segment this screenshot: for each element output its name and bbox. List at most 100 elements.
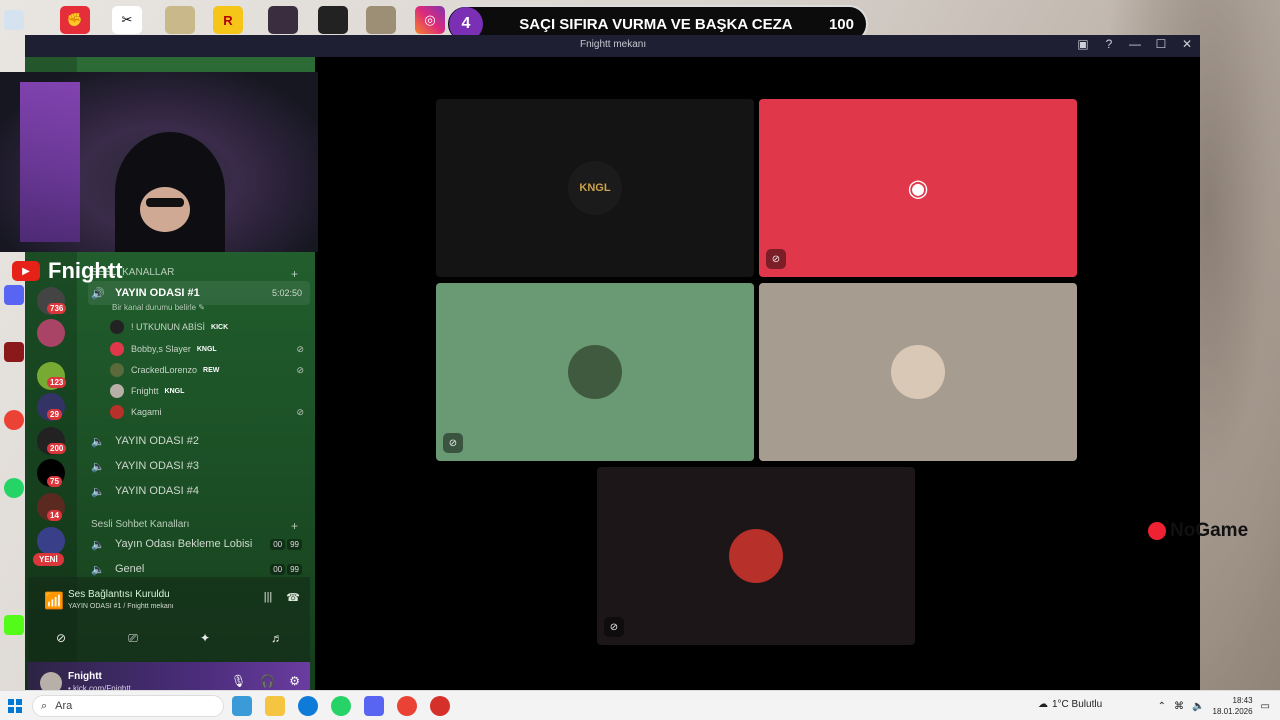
member-name: Kagami <box>131 407 162 417</box>
voice-member[interactable]: Bobby,s Slayer KNGL ⊘ <box>110 339 310 359</box>
whatsapp-desktop-icon[interactable] <box>4 478 24 498</box>
activities-button[interactable]: ✦ <box>180 625 230 651</box>
challenge-score: 100 <box>828 15 854 33</box>
kick-desktop-icon[interactable] <box>4 615 24 635</box>
muted-icon: ⊘ <box>296 364 304 375</box>
avatar <box>110 363 124 377</box>
photo-app-icon[interactable] <box>366 6 396 34</box>
rockstar-icon[interactable]: R <box>213 6 243 34</box>
voice-member[interactable]: Fnightt KNGL <box>110 381 310 401</box>
game-desktop-icon[interactable] <box>4 342 24 362</box>
channel-yayin-odasi-3[interactable]: 🔈 YAYIN ODASI #3 <box>88 454 310 478</box>
windows-start-icon[interactable] <box>8 699 22 713</box>
screen-share-button[interactable]: ⎚ <box>108 625 158 651</box>
streamer-face <box>140 187 190 232</box>
server-icon[interactable] <box>37 527 65 555</box>
weather-widget[interactable]: ☁ 1°C Bulutlu <box>1038 699 1102 710</box>
chat-category-label: Sesli Sohbet Kanalları <box>91 519 190 530</box>
clock[interactable]: 18:43 18.01.2026 <box>1213 695 1253 717</box>
new-badge: YENİ <box>33 553 64 566</box>
settings-icon[interactable]: ⚙ <box>289 674 300 688</box>
voice-controls: ||| ☎ <box>264 591 300 604</box>
voice-member[interactable]: Kagami ⊘ <box>110 402 310 422</box>
avatar <box>891 345 945 399</box>
speaker-icon: 🔈 <box>91 485 105 498</box>
speaker-icon: 🔈 <box>91 563 105 576</box>
channel-yayin-odasi-4[interactable]: 🔈 YAYIN ODASI #4 <box>88 479 310 503</box>
tool-app-icon[interactable] <box>318 6 348 34</box>
date: 18.01.2026 <box>1212 707 1253 716</box>
video-tile-discord[interactable]: ◉ ⊘ <box>759 99 1077 277</box>
count-a: 00 <box>270 563 286 575</box>
chevron-up-icon[interactable]: ⌃ <box>1158 701 1166 712</box>
channel-name: YAYIN ODASI #3 <box>115 460 199 472</box>
add-channel-icon[interactable]: + <box>291 267 298 281</box>
chrome-desktop-icon[interactable] <box>4 410 24 430</box>
speaker-icon: 🔈 <box>91 435 105 448</box>
server-icon[interactable] <box>37 319 65 347</box>
widgets-app-icon[interactable] <box>232 696 252 716</box>
video-tile-member[interactable]: ⊘ <box>597 467 915 645</box>
disconnect-icon[interactable]: ☎ <box>286 591 300 604</box>
muted-icon: ⊘ <box>443 433 463 453</box>
file-explorer-icon[interactable] <box>265 696 285 716</box>
media-app-icon[interactable] <box>268 6 298 34</box>
channel-yayin-odasi-2[interactable]: 🔈 YAYIN ODASI #2 <box>88 429 310 453</box>
webcam-overlay <box>0 72 318 252</box>
network-icon[interactable]: ⌘ <box>1174 701 1184 712</box>
taskbar-search[interactable]: ⌕ Ara <box>32 695 224 717</box>
notification-icon[interactable]: ▭ <box>1261 701 1270 712</box>
server-badge: 14 <box>47 510 62 521</box>
discord-desktop-icon[interactable] <box>4 285 24 305</box>
video-tile-member[interactable] <box>759 283 1077 461</box>
noise-suppression-icon[interactable]: ||| <box>264 591 273 604</box>
discord-logo-icon: ◉ <box>907 174 929 202</box>
volume-icon[interactable]: 🔈 <box>1192 701 1204 712</box>
window-title: Fnightt mekanı <box>580 39 647 50</box>
headphones-icon[interactable]: 🎧 <box>260 674 275 688</box>
avatar: KNGL <box>568 161 622 215</box>
chat-category[interactable]: Sesli Sohbet Kanalları + <box>91 519 298 533</box>
member-tag: KICK <box>211 323 229 331</box>
maximize-button[interactable]: ☐ <box>1154 37 1168 51</box>
signal-icon[interactable]: 📶 <box>44 591 64 610</box>
muted-icon: ⊘ <box>766 249 786 269</box>
avatar <box>110 320 124 334</box>
game-app-icon[interactable] <box>165 6 195 34</box>
voice-wave-icon: 🔊 <box>91 287 105 300</box>
microphone-icon[interactable]: 🎙 <box>231 674 246 688</box>
add-channel-icon[interactable]: + <box>291 519 298 533</box>
chrome-icon[interactable] <box>397 696 417 716</box>
capcut-icon[interactable]: ✂ <box>112 6 142 34</box>
challenge-text: SAÇI SIFIRA VURMA VE BAŞKA CEZA <box>519 15 793 33</box>
camera-off-button[interactable]: ⊘ <box>36 625 86 651</box>
help-icon[interactable]: ? <box>1102 37 1116 51</box>
avatar <box>110 405 124 419</box>
video-tile-kngl[interactable]: KNGL <box>436 99 754 277</box>
speaker-icon: 🔈 <box>91 460 105 473</box>
minimize-button[interactable]: — <box>1128 37 1142 51</box>
screen-share-icon[interactable]: ▣ <box>1076 37 1090 51</box>
time: 18:43 <box>1232 696 1253 705</box>
avatar <box>568 345 622 399</box>
discord-taskbar-icon[interactable] <box>364 696 384 716</box>
voice-member[interactable]: CrackedLorenzo REW ⊘ <box>110 360 310 380</box>
voice-member[interactable]: ! UTKUNUN ABİSİ KICK <box>110 317 310 337</box>
edit-pencil-icon: ✎ <box>198 303 205 312</box>
whatsapp-icon[interactable] <box>331 696 351 716</box>
avatar <box>729 529 783 583</box>
obs-icon[interactable] <box>430 696 450 716</box>
member-name: Fnightt <box>131 386 159 396</box>
window-controls: ▣ ? — ☐ ✕ <box>1076 37 1194 51</box>
soundboard-button[interactable]: ♬ <box>252 625 302 651</box>
channel-status[interactable]: Bir kanal durumu belirle ✎ <box>112 303 205 312</box>
video-tile-member[interactable]: ⊘ <box>436 283 754 461</box>
channel-counts: 00 99 <box>270 563 302 575</box>
channel-bekleme-lobisi[interactable]: 🔈 Yayın Odası Bekleme Lobisi 00 99 <box>88 532 310 556</box>
instagram-icon[interactable]: ◎ <box>415 6 445 34</box>
fist-app-icon[interactable]: ✊ <box>60 6 90 34</box>
close-button[interactable]: ✕ <box>1180 37 1194 51</box>
channel-yayin-odasi-1[interactable]: 🔊 YAYIN ODASI #1 5:02:50 <box>88 281 310 305</box>
edge-icon[interactable] <box>298 696 318 716</box>
avatar <box>110 342 124 356</box>
